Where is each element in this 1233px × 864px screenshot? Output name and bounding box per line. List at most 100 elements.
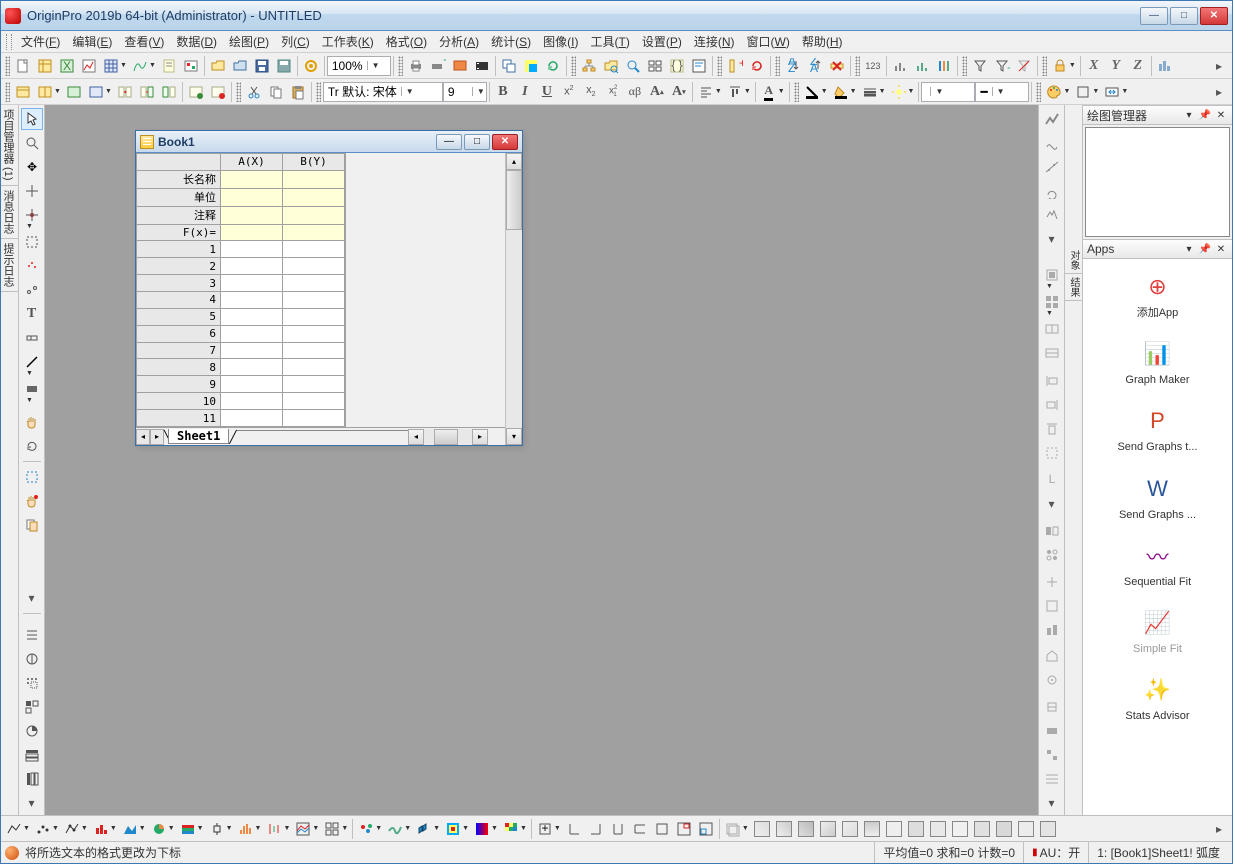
grid-dots-icon[interactable] bbox=[21, 672, 43, 694]
save-template-icon[interactable] bbox=[273, 55, 295, 77]
panel-menu-icon[interactable]: ▾ bbox=[1182, 242, 1196, 256]
scroll-right-icon[interactable]: ▸ bbox=[472, 429, 488, 445]
dropdown-arrow-icon[interactable]: ▼ bbox=[930, 87, 944, 96]
menu-item[interactable]: 列(C) bbox=[275, 31, 316, 52]
image-plot-icon[interactable] bbox=[471, 818, 493, 840]
zoom-pan-icon[interactable] bbox=[21, 132, 43, 154]
template-lib-icon[interactable] bbox=[722, 818, 744, 840]
cell[interactable] bbox=[221, 393, 283, 410]
maximize-button[interactable]: □ bbox=[1170, 7, 1198, 25]
grid-sel-icon[interactable] bbox=[21, 696, 43, 718]
vertical-scrollbar[interactable]: ▴ ▾ bbox=[505, 153, 522, 445]
tpl6-icon[interactable] bbox=[861, 818, 883, 840]
cell[interactable] bbox=[221, 359, 283, 376]
toolbar-grip[interactable] bbox=[794, 82, 799, 102]
ws6-icon[interactable] bbox=[136, 81, 158, 103]
hierarchy-icon[interactable] bbox=[578, 55, 600, 77]
cell[interactable] bbox=[283, 188, 345, 206]
dropdown-arrow-icon[interactable]: ▼ bbox=[992, 87, 1006, 96]
row-header[interactable]: 1 bbox=[137, 241, 221, 258]
rg1-icon[interactable] bbox=[1041, 264, 1063, 286]
new-graph-icon[interactable] bbox=[78, 55, 100, 77]
contour-icon[interactable] bbox=[442, 818, 464, 840]
rg4-icon[interactable] bbox=[1041, 342, 1063, 364]
inset1-icon[interactable] bbox=[673, 818, 695, 840]
lock-icon[interactable] bbox=[1049, 55, 1071, 77]
panel-menu-icon[interactable]: ▾ bbox=[1182, 108, 1196, 122]
superscript-button[interactable]: x2 bbox=[558, 81, 580, 103]
duplicate-icon[interactable] bbox=[498, 55, 520, 77]
cell[interactable] bbox=[283, 224, 345, 241]
scatter-plot-icon[interactable] bbox=[32, 818, 54, 840]
toolbar-grip[interactable] bbox=[5, 56, 10, 76]
print-icon[interactable] bbox=[405, 55, 427, 77]
row-header[interactable]: 长名称 bbox=[137, 170, 221, 188]
row-header[interactable]: 2 bbox=[137, 258, 221, 275]
copy-icon[interactable] bbox=[265, 81, 287, 103]
rb1-icon[interactable] bbox=[1041, 520, 1063, 542]
app-item[interactable]: 〰Sequential Fit bbox=[1083, 534, 1232, 601]
font-size-combo[interactable]: 9▼ bbox=[443, 82, 487, 102]
toolbar-grip[interactable] bbox=[398, 56, 403, 76]
tpl7-icon[interactable] bbox=[883, 818, 905, 840]
cell[interactable] bbox=[221, 275, 283, 292]
ws2-icon[interactable] bbox=[34, 81, 56, 103]
rg3-icon[interactable] bbox=[1041, 318, 1063, 340]
cell[interactable] bbox=[221, 170, 283, 188]
toolbar-overflow-icon[interactable]: ▾ bbox=[21, 587, 43, 609]
screen-reader-icon[interactable] bbox=[21, 180, 43, 202]
code-builder-icon[interactable]: { } bbox=[666, 55, 688, 77]
open-icon[interactable] bbox=[207, 55, 229, 77]
theme-tab[interactable]: 结果 bbox=[1065, 274, 1082, 301]
toolbar-grip[interactable] bbox=[236, 82, 241, 102]
mask-icon[interactable] bbox=[21, 255, 43, 277]
pie-plot-icon[interactable] bbox=[148, 818, 170, 840]
menu-item[interactable]: 帮助(H) bbox=[796, 31, 849, 52]
roi-tool-icon[interactable] bbox=[21, 466, 43, 488]
scroll-thumb[interactable] bbox=[506, 170, 522, 230]
axes-box-icon[interactable] bbox=[651, 818, 673, 840]
tpl10-icon[interactable] bbox=[949, 818, 971, 840]
line-width-combo[interactable]: ▼ bbox=[921, 82, 975, 102]
save-icon[interactable] bbox=[251, 55, 273, 77]
minimize-button[interactable]: — bbox=[1140, 7, 1168, 25]
r2-icon[interactable] bbox=[1041, 132, 1063, 154]
selection-icon[interactable] bbox=[21, 231, 43, 253]
open-template-icon[interactable] bbox=[229, 55, 251, 77]
tpl5-icon[interactable] bbox=[839, 818, 861, 840]
cell[interactable] bbox=[221, 258, 283, 275]
tpl13-icon[interactable] bbox=[1015, 818, 1037, 840]
pan-tool-icon[interactable] bbox=[21, 411, 43, 433]
menu-item[interactable]: 数据(D) bbox=[170, 31, 223, 52]
cell[interactable] bbox=[283, 342, 345, 359]
toolbar-grip[interactable] bbox=[571, 56, 576, 76]
3d-bars-icon[interactable] bbox=[413, 818, 435, 840]
rb6-icon[interactable] bbox=[1041, 645, 1063, 667]
font-decrease-button[interactable]: A▾ bbox=[668, 81, 690, 103]
scroll-down-icon[interactable]: ▾ bbox=[506, 428, 522, 445]
fill-color-button[interactable] bbox=[830, 81, 852, 103]
funnel-clear-icon[interactable] bbox=[1013, 55, 1035, 77]
rb10-icon[interactable] bbox=[1041, 744, 1063, 766]
funnel-icon[interactable] bbox=[969, 55, 991, 77]
toolbar-overflow-icon[interactable]: ▸ bbox=[1208, 55, 1230, 77]
ws8-icon[interactable] bbox=[185, 81, 207, 103]
paste-icon[interactable] bbox=[287, 81, 309, 103]
toolbar-grip[interactable] bbox=[5, 82, 10, 102]
reader-icon[interactable]: ✥ bbox=[21, 156, 43, 178]
zoom-tool-icon[interactable] bbox=[622, 55, 644, 77]
cell[interactable] bbox=[283, 292, 345, 309]
menu-item[interactable]: 工作表(K) bbox=[316, 31, 380, 52]
cell[interactable] bbox=[283, 393, 345, 410]
child-minimize-button[interactable]: — bbox=[436, 134, 462, 150]
col-chart1-icon[interactable] bbox=[889, 55, 911, 77]
subscript-button[interactable]: x2 bbox=[580, 81, 602, 103]
script-window-icon[interactable] bbox=[688, 55, 710, 77]
ws9-icon[interactable] bbox=[207, 81, 229, 103]
rb7-icon[interactable] bbox=[1041, 669, 1063, 691]
zoom-dropdown-icon[interactable]: ▼ bbox=[367, 61, 381, 70]
axes-lr-icon[interactable] bbox=[607, 818, 629, 840]
app-item[interactable]: PSend Graphs t... bbox=[1083, 399, 1232, 466]
cell[interactable] bbox=[221, 188, 283, 206]
r4-icon[interactable] bbox=[1041, 180, 1063, 202]
